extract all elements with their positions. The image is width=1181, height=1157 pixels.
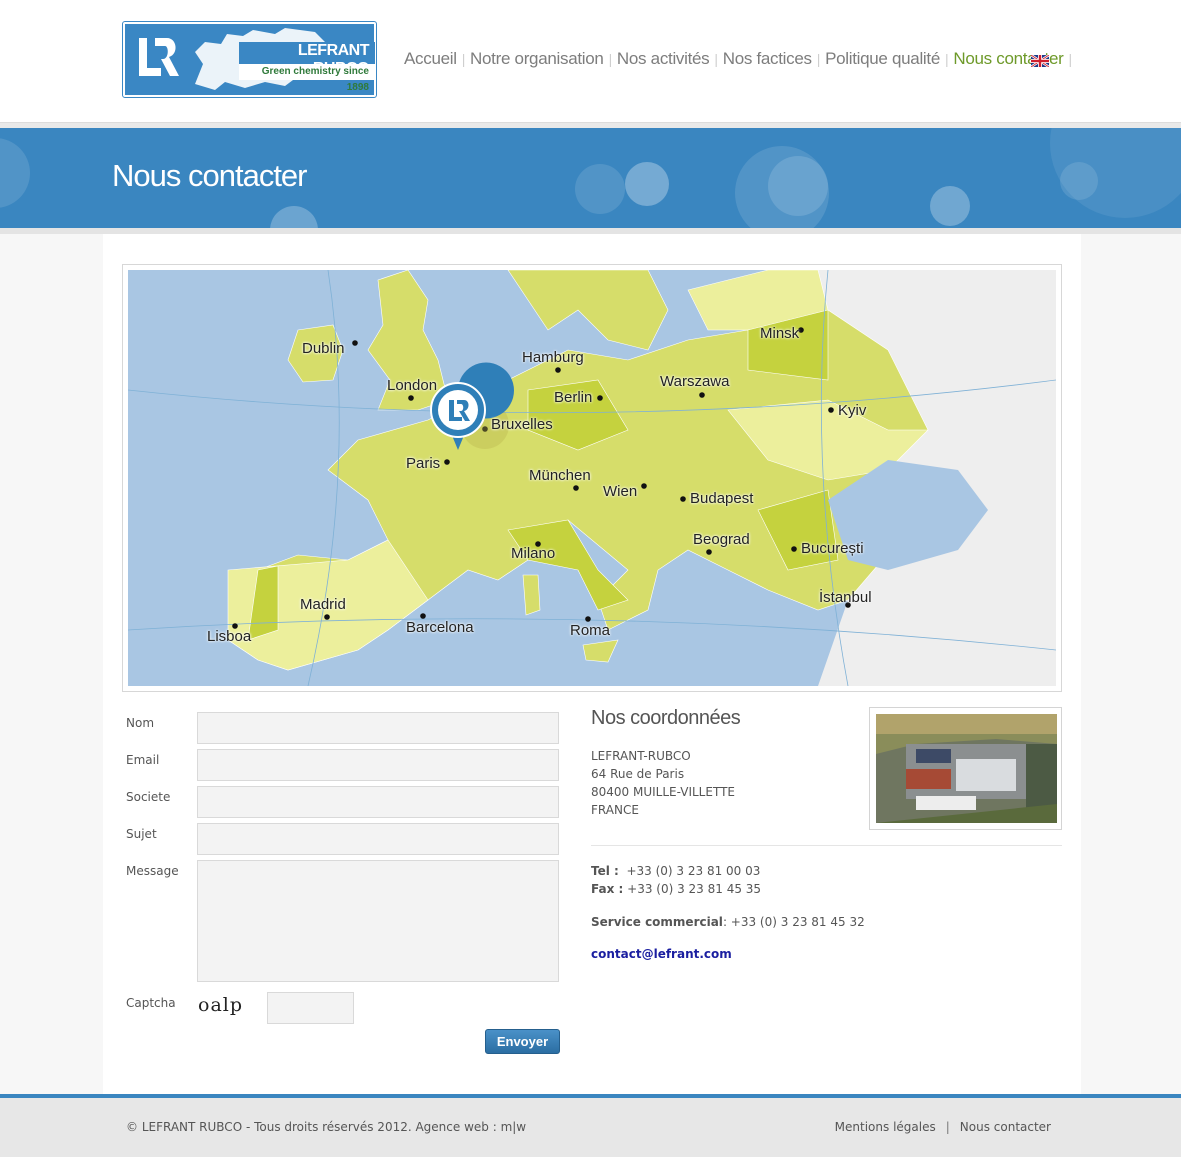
map-city-label: Bruxelles (491, 416, 553, 433)
footer-link-contact[interactable]: Nous contacter (960, 1120, 1051, 1134)
nav-item-accueil[interactable]: Accueil (404, 49, 457, 69)
nav-separator: | (461, 51, 466, 67)
nav-separator: | (945, 51, 949, 67)
copyright-text: © LEFRANT RUBCO - Tous droits réservés 2… (126, 1120, 527, 1134)
map-city-label: Madrid (300, 596, 346, 613)
map-city-label: Lisboa (207, 628, 252, 645)
lr-logo-icon (139, 38, 179, 76)
tel-line: Tel : +33 (0) 3 23 81 00 03 (591, 864, 760, 878)
map-city-label: İstanbul (819, 589, 872, 606)
map-city-label: Berlin (554, 389, 593, 406)
sales-value: : +33 (0) 3 23 81 45 32 (722, 915, 865, 929)
map-city-label: London (387, 377, 438, 394)
captcha-input[interactable] (267, 992, 354, 1024)
message-label: Message (126, 864, 179, 878)
address-line: 64 Rue de Paris (591, 767, 685, 781)
nav-item-activites[interactable]: Nos activités (617, 49, 710, 69)
company-label: Societe (126, 790, 171, 804)
sales-label: Service commercial (591, 915, 723, 929)
map-city-label: Dublin (302, 340, 345, 357)
fax-line: Fax : +33 (0) 3 23 81 45 35 (591, 882, 761, 896)
contact-email-link[interactable]: contact@lefrant.com (591, 947, 732, 961)
nav-item-factices[interactable]: Nos factices (723, 49, 812, 69)
address-line: FRANCE (591, 803, 639, 817)
nav-separator: | (1068, 51, 1072, 67)
uk-flag-icon[interactable] (1031, 55, 1049, 67)
nav-item-organisation[interactable]: Notre organisation (470, 49, 604, 69)
map-city-label: Roma (570, 622, 611, 639)
logo[interactable]: LEFRANT RUBCO Green chemistry since 1898 (122, 21, 377, 98)
map-city-label: Kyiv (838, 402, 867, 419)
address-line: LEFRANT-RUBCO (591, 749, 691, 763)
map-city-label: Hamburg (522, 349, 584, 366)
tel-label: Tel : (591, 864, 619, 878)
map-city-label: Minsk (760, 325, 800, 342)
sales-line: Service commercial: +33 (0) 3 23 81 45 3… (591, 915, 865, 929)
map-city-label: Beograd (693, 531, 750, 548)
map-city-label: München (529, 467, 591, 484)
name-input[interactable] (197, 712, 559, 744)
send-button[interactable]: Envoyer (485, 1029, 560, 1054)
name-label: Nom (126, 716, 155, 730)
map-city-label: București (801, 540, 864, 557)
page-title: Nous contacter (112, 158, 307, 193)
header: LEFRANT RUBCO Green chemistry since 1898… (0, 0, 1181, 124)
captcha-label: Captcha (126, 996, 176, 1010)
map-city-label: Barcelona (406, 619, 474, 636)
company-input[interactable] (197, 786, 559, 818)
map-city-label: Warszawa (660, 373, 730, 390)
map-frame: Dublin London Hamburg Berlin Warszawa Mi… (122, 264, 1062, 692)
email-label: Email (126, 753, 160, 767)
address-line: 80400 MUILLE-VILLETTE (591, 785, 735, 799)
brand-tagline: Green chemistry since 1898 (239, 64, 375, 93)
fax-value: +33 (0) 3 23 81 45 35 (627, 882, 762, 896)
nav-item-qualite[interactable]: Politique qualité (825, 49, 940, 69)
nav-separator: | (816, 51, 821, 67)
brand-name: LEFRANT RUBCO (239, 42, 375, 77)
message-textarea[interactable] (197, 860, 559, 982)
footer-separator: | (945, 1120, 950, 1134)
subject-input[interactable] (197, 823, 559, 855)
email-input[interactable] (197, 749, 559, 781)
fax-label: Fax : (591, 882, 624, 896)
footer-links: Mentions légales | Nous contacter (835, 1120, 1051, 1134)
tel-value: +33 (0) 3 23 81 00 03 (626, 864, 761, 878)
nav-separator: | (714, 51, 718, 67)
europe-map[interactable]: Dublin London Hamburg Berlin Warszawa Mi… (128, 270, 1056, 686)
map-city-label: Wien (603, 483, 638, 500)
factory-photo-frame (869, 707, 1062, 830)
footer-link-mentions[interactable]: Mentions légales (835, 1120, 936, 1134)
map-city-label: Budapest (690, 490, 754, 507)
subject-label: Sujet (126, 827, 157, 841)
contact-title: Nos coordonnées (591, 707, 741, 729)
contact-divider (591, 845, 1062, 846)
map-city-label: Milano (511, 545, 556, 562)
factory-photo[interactable] (876, 714, 1057, 823)
main-nav: Accueil | Notre organisation | Nos activ… (404, 47, 1077, 71)
map-city-label: Paris (406, 455, 441, 472)
nav-separator: | (608, 51, 613, 67)
captcha-image: oalp (198, 993, 264, 1017)
